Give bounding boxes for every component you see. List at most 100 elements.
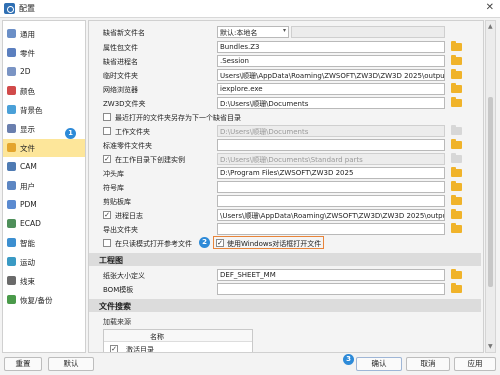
folder-icon[interactable] [451,269,462,279]
default-filename-value: 默认:本地名 [220,29,258,37]
harness-icon [7,276,16,285]
default-filename-select[interactable]: 默认:本地名 ▾ [217,26,289,38]
default-button[interactable]: 默认 [48,357,94,371]
bom-template-row: BOM模板 [89,283,481,296]
folder-icon[interactable] [451,41,462,51]
default-session-field[interactable]: .Session [217,55,445,67]
folder-icon[interactable] [451,167,462,177]
folder-icon[interactable] [451,55,462,65]
readonly-open-checkbox[interactable] [103,239,111,247]
folder-icon[interactable] [451,181,462,191]
default-filename-row: 缺省新文件名 默认:本地名 ▾ [89,26,481,39]
folder-icon[interactable] [451,209,462,219]
apply-button[interactable]: 应用 [454,357,496,371]
default-filename-label: 缺省新文件名 [103,29,145,37]
work-folder-field: D:\Users\顺珊\Documents [217,125,445,137]
temp-folder-label: 临时文件夹 [103,72,138,80]
folder-icon[interactable] [451,139,462,149]
sidebar-item[interactable]: 文件 [3,139,85,157]
close-icon[interactable]: ✕ [486,2,494,13]
export-folder-label: 导出文件夹 [103,226,138,234]
app-icon [4,3,15,14]
attribute-file-row: 属性包文件 Bundles.Z3 [89,41,481,54]
sidebar-item[interactable]: 零件 [3,44,85,62]
table-row[interactable]: ✓ 激活目录 [104,343,252,353]
reset-button[interactable]: 重置 [4,357,42,371]
vertical-scrollbar[interactable]: ▲ ▼ [485,20,496,353]
sidebar-item-label: 显示 [20,125,35,134]
load-source-table: 名称 ✓ 激活目录 [103,329,253,353]
last-folder-checkbox[interactable] [103,113,111,121]
pdm-icon [7,200,16,209]
export-folder-field[interactable] [217,223,445,235]
process-log-row: ✓ 进程日志 \Users\顺珊\AppData\Roaming\ZWSOFT\… [89,209,481,222]
folder-icon[interactable] [451,83,462,93]
part-icon [7,48,16,57]
create-instance-field: D:\Users\顺珊\Documents\Standard parts [217,153,445,165]
punch-lib-label: 冲头库 [103,170,124,178]
paper-size-row: 纸张大小定义 DEF_SHEET_MM [89,269,481,282]
scroll-thumb[interactable] [488,97,493,287]
scroll-down-icon[interactable]: ▼ [488,343,493,350]
sidebar-item-label: 运动 [20,258,35,267]
work-folder-row: 工作文件夹 D:\Users\顺珊\Documents [89,125,481,138]
sidebar-item[interactable]: PDM [3,196,85,214]
folder-icon[interactable] [451,283,462,293]
process-log-checkbox[interactable]: ✓ [103,211,111,219]
background-color-icon [7,105,16,114]
browser-label: 网络浏览器 [103,86,138,94]
sidebar-item[interactable]: CAM [3,158,85,176]
bom-template-label: BOM模板 [103,286,134,294]
table-header: 名称 [104,330,252,342]
folder-icon[interactable] [451,195,462,205]
title-bar: 配置 ✕ [0,0,500,18]
folder-icon [451,125,462,135]
sidebar-item[interactable]: 用户 [3,177,85,195]
windows-dialog-checkbox[interactable]: ✓ [216,239,224,247]
folder-icon[interactable] [451,97,462,107]
sidebar-item-label: 恢复/备份 [20,296,53,305]
row-checkbox[interactable]: ✓ [110,345,118,352]
file-search-section-header: 文件搜索 [89,299,481,312]
punch-lib-row: 冲头库 D:\Program Files\ZWSOFT\ZW3D 2025 [89,167,481,180]
browser-field[interactable]: iexplore.exe [217,83,445,95]
sidebar-item[interactable]: ECAD [3,215,85,233]
attribute-file-field[interactable]: Bundles.Z3 [217,41,445,53]
sidebar-item[interactable]: 运动 [3,253,85,271]
folder-icon[interactable] [451,69,462,79]
column-header-name: 名称 [150,333,164,341]
symbol-lib-label: 符号库 [103,184,124,192]
sidebar-item[interactable]: 恢复/备份 [3,291,85,309]
clip-lib-row: 剪贴板库 [89,195,481,208]
folder-icon[interactable] [451,223,462,233]
browser-row: 网络浏览器 iexplore.exe [89,83,481,96]
punch-lib-field[interactable]: D:\Program Files\ZWSOFT\ZW3D 2025 [217,167,445,179]
clip-lib-field[interactable] [217,195,445,207]
std-parts-label: 标准零件文件夹 [103,142,152,150]
temp-folder-field[interactable]: Users\顺珊\AppData\Roaming\ZWSOFT\ZW3D\ZW3… [217,69,445,81]
motion-icon [7,257,16,266]
default-filename-extra-field [291,26,445,38]
windows-dialog-option[interactable]: ✓ 使用Windows对话框打开文件 [213,236,324,249]
process-log-field[interactable]: \Users\顺珊\AppData\Roaming\ZWSOFT\ZW3D\ZW… [217,209,445,221]
sidebar-item[interactable]: 颜色 [3,82,85,100]
sidebar-item[interactable]: 智能 [3,234,85,252]
bom-template-field[interactable] [217,283,445,295]
sidebar-item[interactable]: 线束 [3,272,85,290]
scroll-up-icon[interactable]: ▲ [488,23,493,30]
ok-button[interactable]: 确认 [356,357,402,371]
sidebar-item[interactable]: 2D [3,63,85,81]
cancel-button[interactable]: 取消 [406,357,450,371]
zw3d-folder-field[interactable]: D:\Users\顺珊\Documents [217,97,445,109]
std-parts-field[interactable] [217,139,445,151]
sidebar-item[interactable]: 背景色 [3,101,85,119]
sidebar-item-label: 2D [20,67,31,76]
symbol-lib-field[interactable] [217,181,445,193]
settings-panel: 缺省新文件名 默认:本地名 ▾ 属性包文件 Bundles.Z3 缺省进程名 .… [88,20,484,353]
sidebar-item[interactable]: 通用 [3,25,85,43]
row-label: 激活目录 [126,346,154,353]
paper-size-field[interactable]: DEF_SHEET_MM [217,269,445,281]
sidebar-item-label: 通用 [20,30,35,39]
work-folder-checkbox[interactable] [103,127,111,135]
create-instance-checkbox[interactable]: ✓ [103,155,111,163]
